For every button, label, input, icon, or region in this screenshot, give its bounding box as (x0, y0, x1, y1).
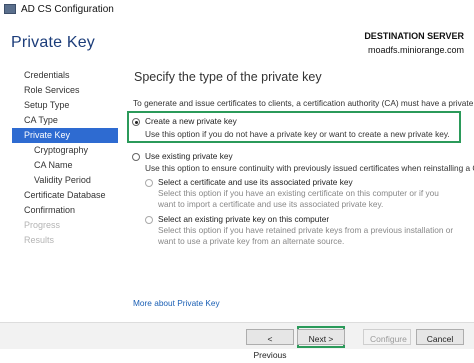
create-new-key-label[interactable]: Create a new private key (145, 116, 237, 126)
nav-item-confirmation[interactable]: Confirmation (12, 203, 118, 218)
select-existing-key-radio[interactable] (145, 216, 153, 224)
cancel-button[interactable]: Cancel (416, 329, 464, 345)
nav-item-validity-period[interactable]: Validity Period (12, 173, 118, 188)
page-header: Private Key DESTINATION SERVER moadfs.mi… (0, 18, 474, 64)
select-existing-key-description: Select this option if you have retained … (158, 225, 454, 246)
nav-item-role-services[interactable]: Role Services (12, 83, 118, 98)
nav-item-certificate-database[interactable]: Certificate Database (12, 188, 118, 203)
nav-item-ca-type[interactable]: CA Type (12, 113, 118, 128)
ad-cs-configuration-window: AD CS Configuration Private Key DESTINAT… (0, 0, 474, 360)
nav-item-ca-name[interactable]: CA Name (12, 158, 118, 173)
select-existing-key-label[interactable]: Select an existing private key on this c… (158, 214, 329, 224)
main-content: Specify the type of the private key To g… (124, 64, 474, 322)
nav-item-cryptography[interactable]: Cryptography (12, 143, 118, 158)
section-heading: Specify the type of the private key (134, 70, 322, 84)
select-certificate-radio[interactable] (145, 179, 153, 187)
destination-server-name: moadfs.miniorange.com (367, 45, 464, 55)
previous-button[interactable]: < Previous (246, 329, 294, 360)
nav-item-results: Results (24, 235, 55, 245)
page-title: Private Key (11, 34, 96, 51)
title-bar: AD CS Configuration (0, 0, 474, 18)
server-manager-icon (4, 4, 16, 14)
more-about-private-key-link[interactable]: More about Private Key (133, 298, 220, 308)
use-existing-key-label[interactable]: Use existing private key (145, 151, 233, 161)
nav-item-progress: Progress (24, 220, 61, 230)
configure-button: Configure (363, 329, 411, 345)
destination-server-info: DESTINATION SERVER moadfs.miniorange.com (364, 29, 464, 57)
wizard-footer: < Previous Next > Configure Cancel (0, 322, 474, 360)
nav-item-private-key[interactable]: Private Key (12, 128, 118, 143)
window-title: AD CS Configuration (21, 3, 114, 15)
create-new-key-description: Use this option if you do not have a pri… (145, 129, 450, 139)
next-button[interactable]: Next > (297, 329, 345, 345)
wizard-navigation: Credentials Role Services Setup Type CA … (12, 68, 118, 248)
destination-server-label: DESTINATION SERVER (364, 31, 464, 41)
nav-item-setup-type[interactable]: Setup Type (12, 98, 118, 113)
use-existing-key-radio[interactable] (132, 153, 140, 161)
select-certificate-label[interactable]: Select a certificate and use its associa… (158, 177, 353, 187)
intro-text: To generate and issue certificates to cl… (133, 98, 474, 108)
use-existing-key-description: Use this option to ensure continuity wit… (145, 163, 474, 173)
select-certificate-description: Select this option if you have an existi… (158, 188, 439, 209)
nav-item-credentials[interactable]: Credentials (12, 68, 118, 83)
create-new-key-radio[interactable] (132, 118, 140, 126)
